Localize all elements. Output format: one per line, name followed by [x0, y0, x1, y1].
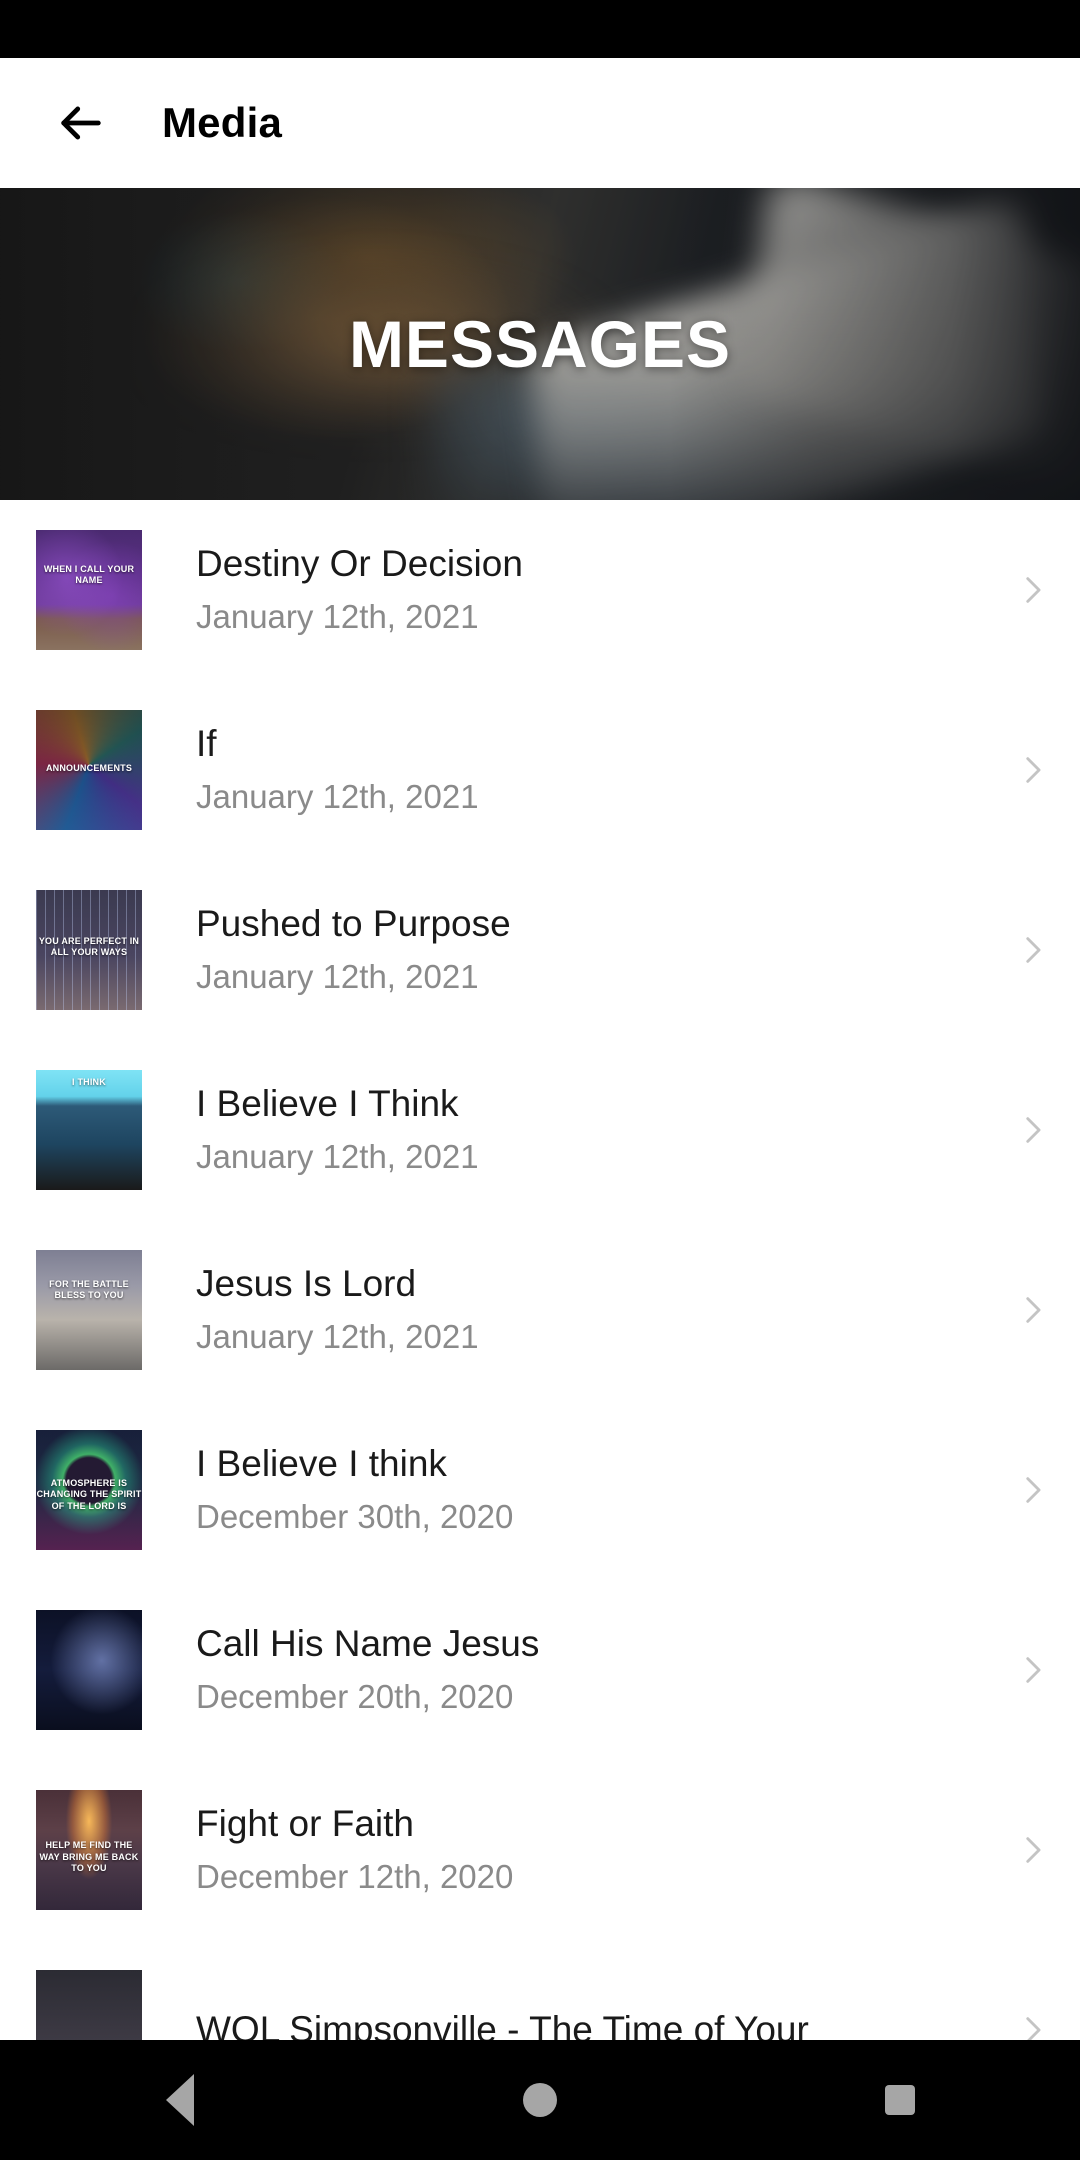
chevron-right-icon[interactable] [984, 1113, 1080, 1147]
sermon-title: I Believe I think [196, 1443, 447, 1485]
chevron-right-icon[interactable] [984, 753, 1080, 787]
list-item[interactable]: WHEN I CALL YOUR NAME Destiny Or Decision… [0, 500, 1080, 680]
sermon-title: If [196, 723, 217, 765]
nav-home-button[interactable] [480, 2040, 600, 2160]
app-screen: Media MESSAGES WHEN I CALL YOUR NAME Dest… [0, 0, 1080, 2160]
chevron-right-icon[interactable] [984, 933, 1080, 967]
sermon-thumbnail: I THINK [36, 1070, 142, 1190]
page-title: Media [162, 99, 283, 146]
list-item[interactable]: Call His Name Jesus December 20th, 2020 [0, 1580, 1080, 1760]
sermon-date: January 12th, 2021 [196, 597, 479, 635]
sermon-date: December 30th, 2020 [196, 1497, 514, 1535]
list-item-text: Pushed to Purpose January 12th, 2021 [142, 903, 984, 997]
sermon-thumbnail: HELP ME FIND THE WAY BRING ME BACK TO YO… [36, 1790, 142, 1910]
sermon-date: January 12th, 2021 [196, 1317, 479, 1355]
app-bar: Media [0, 58, 1080, 188]
thumbnail-overlay-text: HELP ME FIND THE WAY BRING ME BACK TO YO… [39, 1840, 139, 1873]
list-item[interactable]: HELP ME FIND THE WAY BRING ME BACK TO YO… [0, 1760, 1080, 1940]
sermon-title: Destiny Or Decision [196, 543, 523, 585]
sermon-title: I Believe I Think [196, 1083, 459, 1125]
triangle-back-icon [166, 2074, 194, 2126]
hero-banner: MESSAGES [0, 188, 1080, 500]
sermon-date: January 12th, 2021 [196, 1137, 479, 1175]
android-navigation-bar [0, 2040, 1080, 2160]
sermon-list: WHEN I CALL YOUR NAME Destiny Or Decision… [0, 500, 1080, 2120]
list-item-text: Destiny Or Decision January 12th, 2021 [142, 543, 984, 637]
chevron-right-icon[interactable] [984, 573, 1080, 607]
thumbnail-overlay-text: ATMOSPHERE IS CHANGING THE SPIRIT OF THE… [36, 1478, 142, 1511]
sermon-thumbnail [36, 1610, 142, 1730]
sermon-date: December 20th, 2020 [196, 1677, 514, 1715]
sermon-title: Jesus Is Lord [196, 1263, 417, 1305]
list-item-text: Fight or Faith December 12th, 2020 [142, 1803, 984, 1897]
sermon-date: December 12th, 2020 [196, 1857, 514, 1895]
thumbnail-overlay-text: FOR THE BATTLE BLESS TO YOU [49, 1278, 129, 1301]
square-recents-icon [885, 2085, 915, 2115]
chevron-right-icon[interactable] [984, 1473, 1080, 1507]
thumbnail-overlay-text: ANNOUNCEMENTS [45, 762, 133, 773]
list-item[interactable]: ATMOSPHERE IS CHANGING THE SPIRIT OF THE… [0, 1400, 1080, 1580]
sermon-thumbnail: YOU ARE PERFECT IN ALL YOUR WAYS [36, 890, 142, 1010]
list-item-text: If January 12th, 2021 [142, 723, 984, 817]
nav-back-button[interactable] [120, 2040, 240, 2160]
thumbnail-overlay-text: WHEN I CALL YOUR NAME [43, 563, 135, 585]
list-item-text: Jesus Is Lord January 12th, 2021 [142, 1263, 984, 1357]
status-bar [0, 0, 1080, 58]
circle-home-icon [523, 2083, 557, 2117]
list-item-text: Call His Name Jesus December 20th, 2020 [142, 1623, 984, 1717]
sermon-title: Pushed to Purpose [196, 903, 511, 945]
sermon-thumbnail: ATMOSPHERE IS CHANGING THE SPIRIT OF THE… [36, 1430, 142, 1550]
back-navigation-button[interactable] [42, 84, 120, 162]
list-item-text: I Believe I Think January 12th, 2021 [142, 1083, 984, 1177]
list-item[interactable]: FOR THE BATTLE BLESS TO YOU Jesus Is Lord… [0, 1220, 1080, 1400]
arrow-left-icon [55, 97, 107, 149]
list-item[interactable]: I THINK I Believe I Think January 12th, 20… [0, 1040, 1080, 1220]
hero-title: MESSAGES [348, 307, 732, 381]
list-item[interactable]: ANNOUNCEMENTS If January 12th, 2021 [0, 680, 1080, 860]
sermon-thumbnail: ANNOUNCEMENTS [36, 710, 142, 830]
sermon-date: January 12th, 2021 [196, 777, 479, 815]
sermon-title: Fight or Faith [196, 1803, 414, 1845]
chevron-right-icon[interactable] [984, 1653, 1080, 1687]
sermon-title: Call His Name Jesus [196, 1623, 540, 1665]
sermon-date: January 12th, 2021 [196, 957, 479, 995]
list-item[interactable]: YOU ARE PERFECT IN ALL YOUR WAYS Pushed t… [0, 860, 1080, 1040]
chevron-right-icon[interactable] [984, 1293, 1080, 1327]
sermon-thumbnail: WHEN I CALL YOUR NAME [36, 530, 142, 650]
list-item-text: I Believe I think December 30th, 2020 [142, 1443, 984, 1537]
sermon-thumbnail: FOR THE BATTLE BLESS TO YOU [36, 1250, 142, 1370]
nav-recents-button[interactable] [840, 2040, 960, 2160]
thumbnail-overlay-text: YOU ARE PERFECT IN ALL YOUR WAYS [38, 935, 140, 957]
thumbnail-overlay-text: I THINK [72, 1077, 106, 1088]
chevron-right-icon[interactable] [984, 1833, 1080, 1867]
